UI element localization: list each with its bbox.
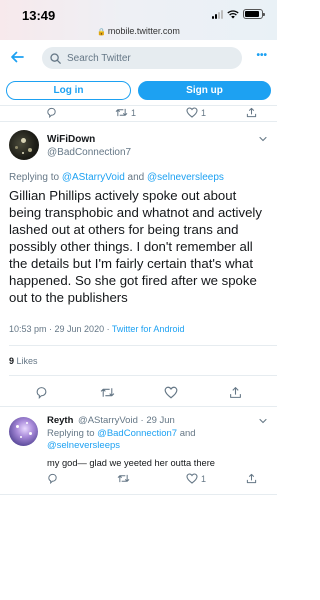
- share-action[interactable]: [246, 473, 257, 484]
- back-arrow-icon[interactable]: [9, 49, 25, 65]
- meta-separator: ·: [46, 324, 55, 334]
- wifi-icon: [227, 9, 239, 18]
- tweet-date[interactable]: 29 Jun 2020: [55, 324, 105, 334]
- divider: [0, 121, 277, 122]
- reply-header: Reyth @AStarryVoid · 29 Jun: [47, 415, 175, 426]
- mention-link[interactable]: @selneversleeps: [47, 440, 120, 451]
- replying-prefix: Replying to: [9, 172, 62, 183]
- status-bar: 13:49 🔒 mobile.twitter.com: [0, 0, 277, 40]
- reply-action[interactable]: [46, 107, 57, 118]
- retweet-icon: [115, 108, 128, 117]
- tweet-actions: [0, 386, 277, 406]
- retweet-action[interactable]: [100, 386, 115, 399]
- tweet-text: Gillian Phillips actively spoke out abou…: [9, 188, 262, 305]
- auth-bar: Log in Sign up: [0, 77, 277, 105]
- like-count: 1: [201, 107, 207, 118]
- login-button[interactable]: Log in: [6, 81, 131, 100]
- retweet-action[interactable]: [117, 473, 130, 484]
- divider: [0, 406, 277, 407]
- meta-separator: ·: [104, 324, 112, 334]
- retweet-action[interactable]: 1: [115, 107, 136, 118]
- reply-replying-to: Replying to @BadConnection7 and @selneve…: [47, 428, 267, 452]
- twitter-header: •••: [0, 40, 277, 76]
- chevron-down-icon[interactable]: [258, 134, 268, 144]
- retweet-icon: [100, 388, 115, 397]
- author-handle[interactable]: @BadConnection7: [47, 147, 131, 158]
- share-icon: [246, 473, 257, 484]
- tweet-metadata: 10:53 pm · 29 Jun 2020 · Twitter for And…: [9, 324, 184, 334]
- lock-icon: 🔒: [97, 29, 106, 36]
- mention-link[interactable]: @BadConnection7: [97, 428, 177, 439]
- divider: [0, 105, 277, 106]
- address-bar[interactable]: 🔒 mobile.twitter.com: [0, 26, 277, 36]
- signal-icon: [212, 9, 223, 19]
- likes-label: Likes: [14, 356, 38, 366]
- reply-actions: 1: [0, 473, 277, 493]
- author-name[interactable]: WiFiDown: [47, 134, 95, 145]
- heart-icon: [186, 107, 198, 118]
- share-icon: [230, 387, 241, 398]
- url-text: mobile.twitter.com: [107, 26, 180, 36]
- share-action[interactable]: [246, 107, 257, 118]
- likes-summary[interactable]: 9 Likes: [9, 356, 38, 366]
- divider: [0, 494, 277, 495]
- reply-icon: [36, 387, 47, 399]
- reply-action[interactable]: [47, 473, 58, 484]
- tweet-source[interactable]: Twitter for Android: [112, 324, 185, 334]
- like-count: 1: [201, 473, 207, 484]
- like-action[interactable]: 1: [186, 473, 206, 484]
- battery-icon: [243, 9, 265, 19]
- reply-author-handle[interactable]: @AStarryVoid: [78, 415, 138, 426]
- like-action[interactable]: 1: [186, 107, 206, 118]
- chevron-down-icon[interactable]: [258, 416, 268, 426]
- reply-author-name[interactable]: Reyth: [47, 415, 73, 426]
- heart-icon: [186, 473, 198, 484]
- reply-icon: [47, 107, 56, 118]
- divider: [9, 375, 277, 376]
- search-icon: [50, 52, 61, 64]
- replying-and: and: [124, 172, 148, 183]
- share-icon: [246, 107, 257, 118]
- signup-button[interactable]: Sign up: [138, 81, 271, 100]
- reply-date[interactable]: 29 Jun: [146, 415, 175, 426]
- mention-link[interactable]: @AStarryVoid: [62, 172, 125, 183]
- search-box[interactable]: [42, 47, 242, 69]
- more-options-icon[interactable]: •••: [256, 50, 267, 61]
- share-action[interactable]: [229, 386, 242, 399]
- avatar[interactable]: [9, 417, 38, 446]
- previous-tweet-actions: 1 1: [0, 107, 277, 127]
- tweet-time[interactable]: 10:53 pm: [9, 324, 47, 334]
- avatar[interactable]: [9, 130, 39, 160]
- heart-icon: [164, 386, 178, 399]
- search-input[interactable]: [67, 52, 227, 64]
- retweet-icon: [117, 474, 130, 483]
- replying-to: Replying to @AStarryVoid and @selneversl…: [9, 171, 224, 184]
- retweet-count: 1: [131, 107, 137, 118]
- reply-icon: [48, 473, 57, 484]
- mention-link[interactable]: @selneversleeps: [147, 172, 224, 183]
- system-icons: [212, 9, 265, 19]
- status-time: 13:49: [22, 8, 56, 23]
- replying-prefix: Replying to: [47, 428, 98, 439]
- reply-action[interactable]: [35, 386, 48, 399]
- replying-and: and: [177, 428, 196, 439]
- divider: [9, 345, 277, 346]
- like-action[interactable]: [164, 386, 178, 399]
- reply-text: my god— glad we yeeted her outta there: [47, 458, 215, 468]
